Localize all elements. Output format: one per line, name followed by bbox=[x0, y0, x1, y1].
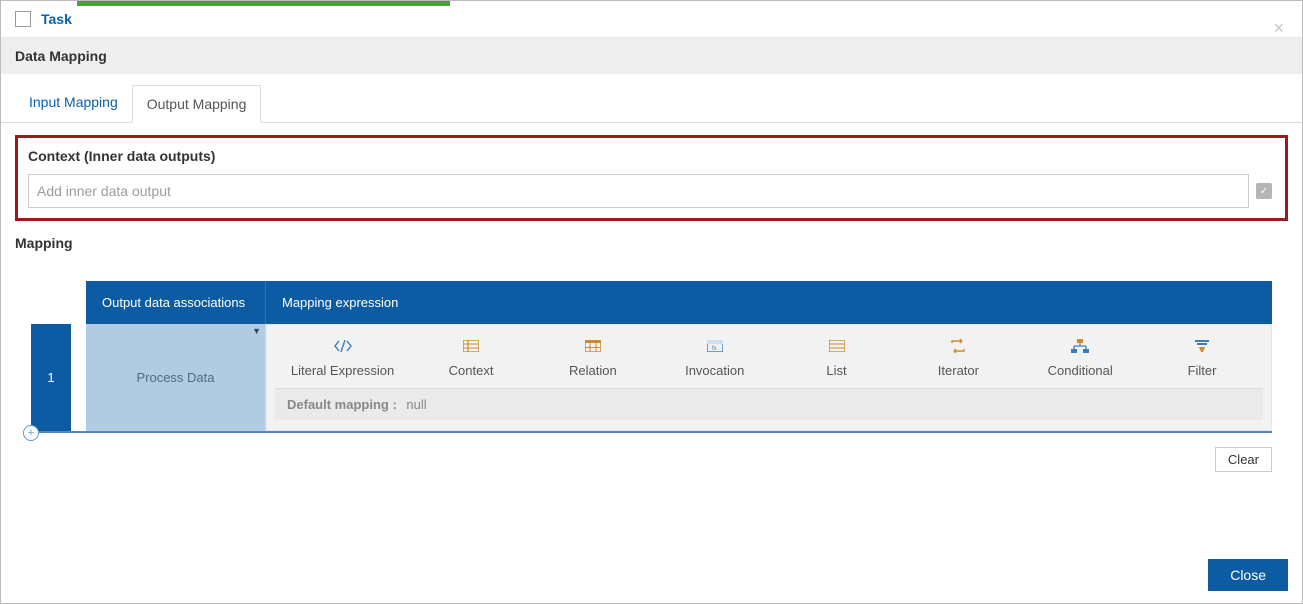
option-label: Relation bbox=[569, 363, 617, 378]
table-row: 1 Process Data ▼ Literal Expression Cont… bbox=[31, 324, 1272, 431]
clear-row: Clear bbox=[1, 447, 1272, 472]
association-cell-label: Process Data bbox=[136, 370, 214, 385]
option-label: Invocation bbox=[685, 363, 744, 378]
tabs: Input Mapping Output Mapping bbox=[1, 74, 1302, 123]
clear-button[interactable]: Clear bbox=[1215, 447, 1272, 472]
option-invocation[interactable]: fx Invocation bbox=[670, 339, 760, 378]
context-confirm-button[interactable]: ✓ bbox=[1253, 174, 1275, 208]
col-header-associations: Output data associations bbox=[86, 281, 266, 324]
option-label: List bbox=[826, 363, 846, 378]
close-icon[interactable]: × bbox=[1273, 19, 1284, 37]
association-cell[interactable]: Process Data ▼ bbox=[86, 324, 266, 431]
tab-output-mapping[interactable]: Output Mapping bbox=[132, 85, 262, 123]
list-icon bbox=[828, 339, 846, 353]
close-button[interactable]: Close bbox=[1208, 559, 1288, 591]
code-icon bbox=[334, 339, 352, 353]
section-header: Data Mapping bbox=[1, 38, 1302, 74]
option-literal-expression[interactable]: Literal Expression bbox=[291, 339, 394, 378]
option-label: Conditional bbox=[1048, 363, 1113, 378]
option-label: Iterator bbox=[938, 363, 979, 378]
tab-input-mapping[interactable]: Input Mapping bbox=[15, 84, 132, 122]
invocation-icon: fx bbox=[706, 339, 724, 353]
checkmark-icon: ✓ bbox=[1256, 183, 1272, 199]
expression-cell: Literal Expression Context Relation bbox=[266, 324, 1272, 431]
context-input[interactable] bbox=[28, 174, 1249, 208]
row-gap bbox=[71, 324, 86, 431]
mapping-table: Output data associations Mapping express… bbox=[31, 281, 1272, 433]
relation-icon bbox=[584, 339, 602, 353]
head-spacer bbox=[31, 281, 86, 324]
add-row-button[interactable]: + bbox=[23, 425, 39, 441]
row-number: 1 bbox=[31, 324, 71, 431]
title-row: Task × bbox=[1, 1, 1302, 38]
option-relation[interactable]: Relation bbox=[548, 339, 638, 378]
mapping-label: Mapping bbox=[15, 235, 1288, 251]
expression-options: Literal Expression Context Relation bbox=[275, 339, 1263, 378]
option-label: Filter bbox=[1188, 363, 1217, 378]
iterator-icon bbox=[949, 339, 967, 353]
default-mapping-row: Default mapping : null bbox=[275, 388, 1263, 420]
svg-text:fx: fx bbox=[712, 346, 717, 352]
context-input-row: ✓ bbox=[28, 174, 1275, 208]
option-label: Literal Expression bbox=[291, 363, 394, 378]
option-context[interactable]: Context bbox=[426, 339, 516, 378]
option-list[interactable]: List bbox=[792, 339, 882, 378]
option-conditional[interactable]: Conditional bbox=[1035, 339, 1125, 378]
footer: Close bbox=[1208, 559, 1288, 591]
default-mapping-value: null bbox=[406, 397, 426, 412]
option-filter[interactable]: Filter bbox=[1157, 339, 1247, 378]
filter-icon bbox=[1193, 339, 1211, 353]
task-checkbox[interactable] bbox=[15, 11, 31, 27]
option-label: Context bbox=[449, 363, 494, 378]
table-head: Output data associations Mapping express… bbox=[31, 281, 1272, 324]
accent-bar bbox=[77, 1, 450, 6]
col-header-expression: Mapping expression bbox=[266, 281, 1272, 324]
context-icon bbox=[462, 339, 480, 353]
option-iterator[interactable]: Iterator bbox=[913, 339, 1003, 378]
chevron-down-icon: ▼ bbox=[252, 326, 261, 336]
table-bottom-line bbox=[39, 431, 1272, 433]
conditional-icon bbox=[1071, 339, 1089, 353]
task-label: Task bbox=[41, 11, 72, 27]
context-section: Context (Inner data outputs) ✓ bbox=[15, 135, 1288, 221]
default-mapping-label: Default mapping : bbox=[287, 397, 397, 412]
context-label: Context (Inner data outputs) bbox=[28, 148, 1275, 164]
